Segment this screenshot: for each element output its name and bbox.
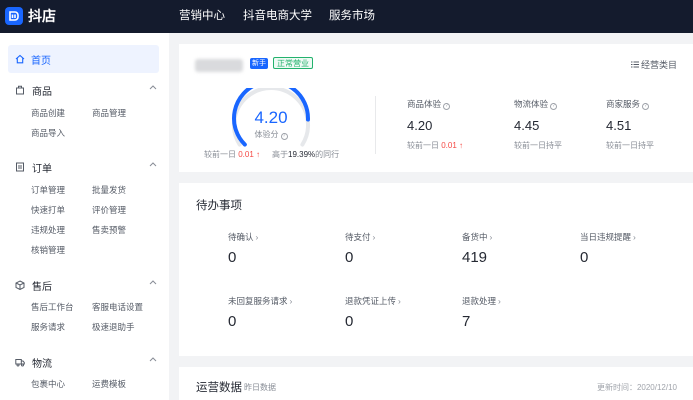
chevron-right-icon: ›	[498, 296, 501, 306]
sidebar-item-violation[interactable]: 违规处理	[31, 224, 65, 236]
metric-logistics-title[interactable]: 物流体验?	[514, 98, 558, 110]
todo-value[interactable]: 0	[345, 249, 353, 266]
sidebar-item-label: 首页	[31, 55, 51, 67]
sidebar-group-order[interactable]: 订单	[15, 160, 157, 175]
ops-subtitle: 昨日数据	[244, 383, 276, 392]
chevron-right-icon: ›	[372, 232, 376, 242]
sidebar-group-aftersale[interactable]: 售后	[15, 278, 157, 293]
app-logo[interactable]: 抖店	[5, 6, 56, 26]
sidebar-item-sale-warning[interactable]: 售卖预警	[92, 224, 126, 236]
peer-percent: 19.39%	[288, 150, 316, 159]
business-category-label: 经营类目	[640, 60, 677, 70]
chevron-up-icon[interactable]	[149, 279, 157, 285]
todo-item-to-pay[interactable]: 待支付 ›	[345, 231, 375, 243]
metric-service-value: 4.51	[606, 118, 632, 133]
todo-card	[179, 183, 693, 356]
chevron-right-icon: ›	[255, 232, 259, 242]
chevron-up-icon[interactable]	[149, 161, 157, 167]
todo-value[interactable]: 419	[462, 249, 487, 266]
info-icon[interactable]: ?	[550, 103, 558, 110]
arrow-up-icon: ↑	[256, 150, 261, 159]
peer-compare: 高于19.39%的同行	[272, 150, 340, 159]
home-icon	[15, 54, 25, 64]
list-icon	[630, 61, 639, 68]
todo-item-unreplied-request[interactable]: 未回复服务请求 ›	[228, 295, 292, 307]
sidebar-item-batch-ship[interactable]: 批量发货	[92, 184, 126, 196]
experience-score-label: 体验分?	[240, 129, 302, 140]
sidebar-item-quick-refund[interactable]: 极速退助手	[92, 321, 135, 333]
sidebar-item-product-import[interactable]: 商品导入	[31, 127, 65, 139]
todo-item-to-confirm[interactable]: 待确认 ›	[228, 231, 258, 243]
sidebar-item-product-create[interactable]: 商品创建	[31, 107, 65, 119]
topnav-marketing-center[interactable]: 营销中心	[179, 0, 225, 33]
info-icon[interactable]: ?	[642, 103, 650, 110]
chevron-right-icon: ›	[633, 232, 636, 242]
experience-score-value: 4.20	[254, 108, 288, 127]
ops-title: 运营数据	[196, 382, 242, 394]
sidebar-item-order-manage[interactable]: 订单管理	[31, 184, 65, 196]
score-compare-value: 0.01	[238, 150, 254, 159]
sidebar-group-logistics[interactable]: 物流	[15, 355, 157, 370]
sidebar-group-title: 商品	[32, 86, 52, 98]
info-icon[interactable]: ?	[280, 133, 288, 140]
sidebar: 首页 商品 商品创建 商品管理 商品导入 订单 订单管理 批量发货 快速打单 评…	[0, 33, 169, 400]
metric-product-compare: 较前一日 0.01 ↑	[407, 141, 464, 150]
order-icon	[16, 162, 24, 172]
todo-value[interactable]: 0	[228, 313, 236, 330]
logo-text: 抖店	[28, 8, 56, 24]
chevron-up-icon[interactable]	[149, 356, 157, 362]
sidebar-group-product[interactable]: 商品	[15, 83, 157, 98]
chevron-up-icon[interactable]	[149, 84, 157, 90]
truck-icon	[15, 359, 25, 367]
sidebar-item-aftersale-workbench[interactable]: 售后工作台	[31, 301, 74, 313]
sidebar-group-title: 售后	[32, 281, 52, 293]
sidebar-item-verify[interactable]: 核销管理	[31, 244, 65, 256]
chevron-right-icon: ›	[289, 296, 293, 306]
info-icon[interactable]: ?	[443, 103, 451, 110]
todo-item-stocking[interactable]: 备货中 ›	[462, 231, 492, 243]
arrow-up-icon: ↑	[459, 141, 464, 150]
metric-service-compare: 较前一日持平	[606, 141, 654, 150]
todo-value[interactable]: 0	[580, 249, 588, 266]
sidebar-item-freight-template[interactable]: 运费模板	[92, 378, 126, 390]
logo-icon	[5, 7, 23, 25]
metric-logistics-compare: 较前一日持平	[514, 141, 562, 150]
sidebar-item-home[interactable]: 首页	[8, 45, 159, 73]
business-category-link[interactable]: 经营类目	[630, 58, 677, 71]
ops-updated-time: 更新时间：2020/12/10	[596, 383, 677, 392]
sidebar-group-title: 订单	[32, 163, 52, 175]
sidebar-item-product-manage[interactable]: 商品管理	[92, 107, 126, 119]
sidebar-item-package-center[interactable]: 包裹中心	[31, 378, 65, 390]
sidebar-item-service-request[interactable]: 服务请求	[31, 321, 65, 333]
box-icon	[16, 85, 24, 95]
sidebar-item-quick-print[interactable]: 快速打单	[31, 204, 65, 216]
todo-value[interactable]: 0	[228, 249, 236, 266]
new-shop-badge: 新手	[250, 58, 268, 69]
todo-title: 待办事项	[196, 200, 242, 212]
topnav-ecommerce-university[interactable]: 抖音电商大学	[243, 0, 312, 33]
todo-value[interactable]: 7	[462, 313, 470, 330]
metric-service-title[interactable]: 商家服务?	[606, 98, 650, 110]
todo-item-refund-proof[interactable]: 退款凭证上传 ›	[345, 295, 401, 307]
cube-icon	[15, 280, 25, 290]
metric-product-value: 4.20	[407, 118, 433, 133]
todo-value[interactable]: 0	[345, 313, 353, 330]
shop-status-badge: 正常营业	[273, 57, 313, 69]
sidebar-item-review-manage[interactable]: 评价管理	[92, 204, 126, 216]
todo-item-refund-process[interactable]: 退款处理 ›	[462, 295, 501, 307]
sidebar-group-title: 物流	[32, 358, 52, 370]
shop-name-redacted	[195, 59, 243, 72]
todo-item-violation-alert[interactable]: 当日违规提醒 ›	[580, 231, 636, 243]
divider	[375, 96, 376, 154]
top-bar: 抖店 营销中心 抖音电商大学 服务市场	[0, 0, 693, 33]
score-compare: 较前一日 0.01 ↑	[204, 150, 261, 159]
sidebar-item-service-phone[interactable]: 客服电话设置	[92, 301, 143, 313]
chevron-right-icon: ›	[398, 296, 401, 306]
topnav-service-market[interactable]: 服务市场	[329, 0, 375, 33]
metric-product-title[interactable]: 商品体验?	[407, 98, 451, 110]
chevron-right-icon: ›	[489, 232, 493, 242]
metric-logistics-value: 4.45	[514, 118, 540, 133]
